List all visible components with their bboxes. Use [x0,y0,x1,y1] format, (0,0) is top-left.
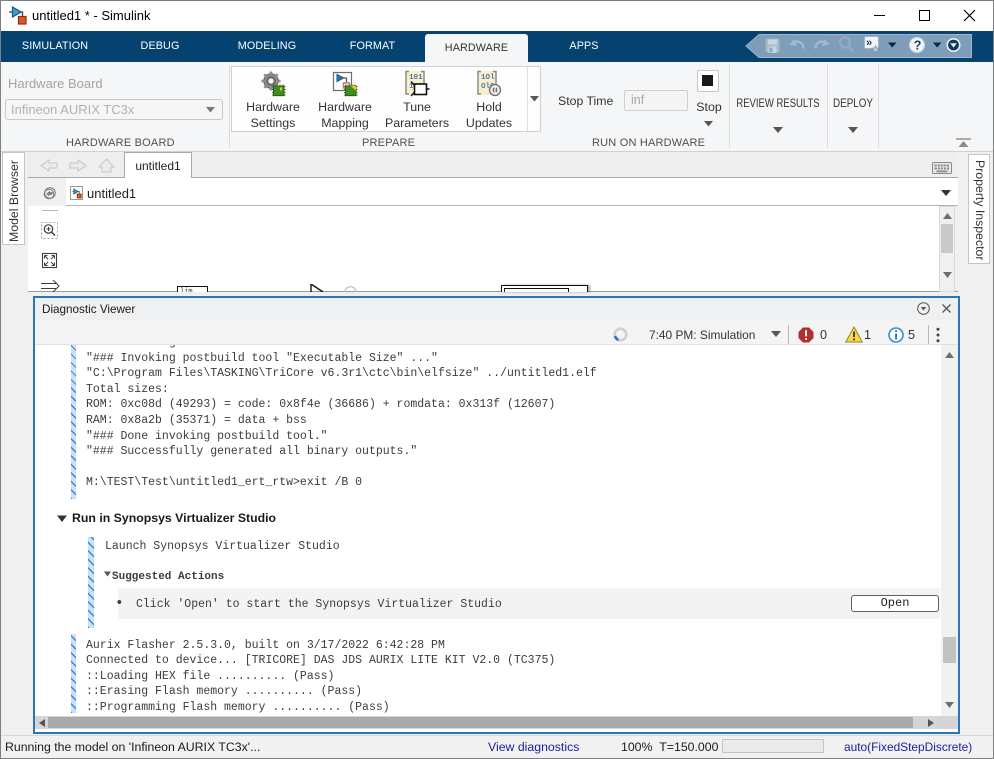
svg-text:1Ol: 1Ol [481,74,495,82]
svg-text:»: » [866,37,872,49]
svg-text:?: ? [914,39,922,53]
svg-text:101: 101 [409,74,423,82]
